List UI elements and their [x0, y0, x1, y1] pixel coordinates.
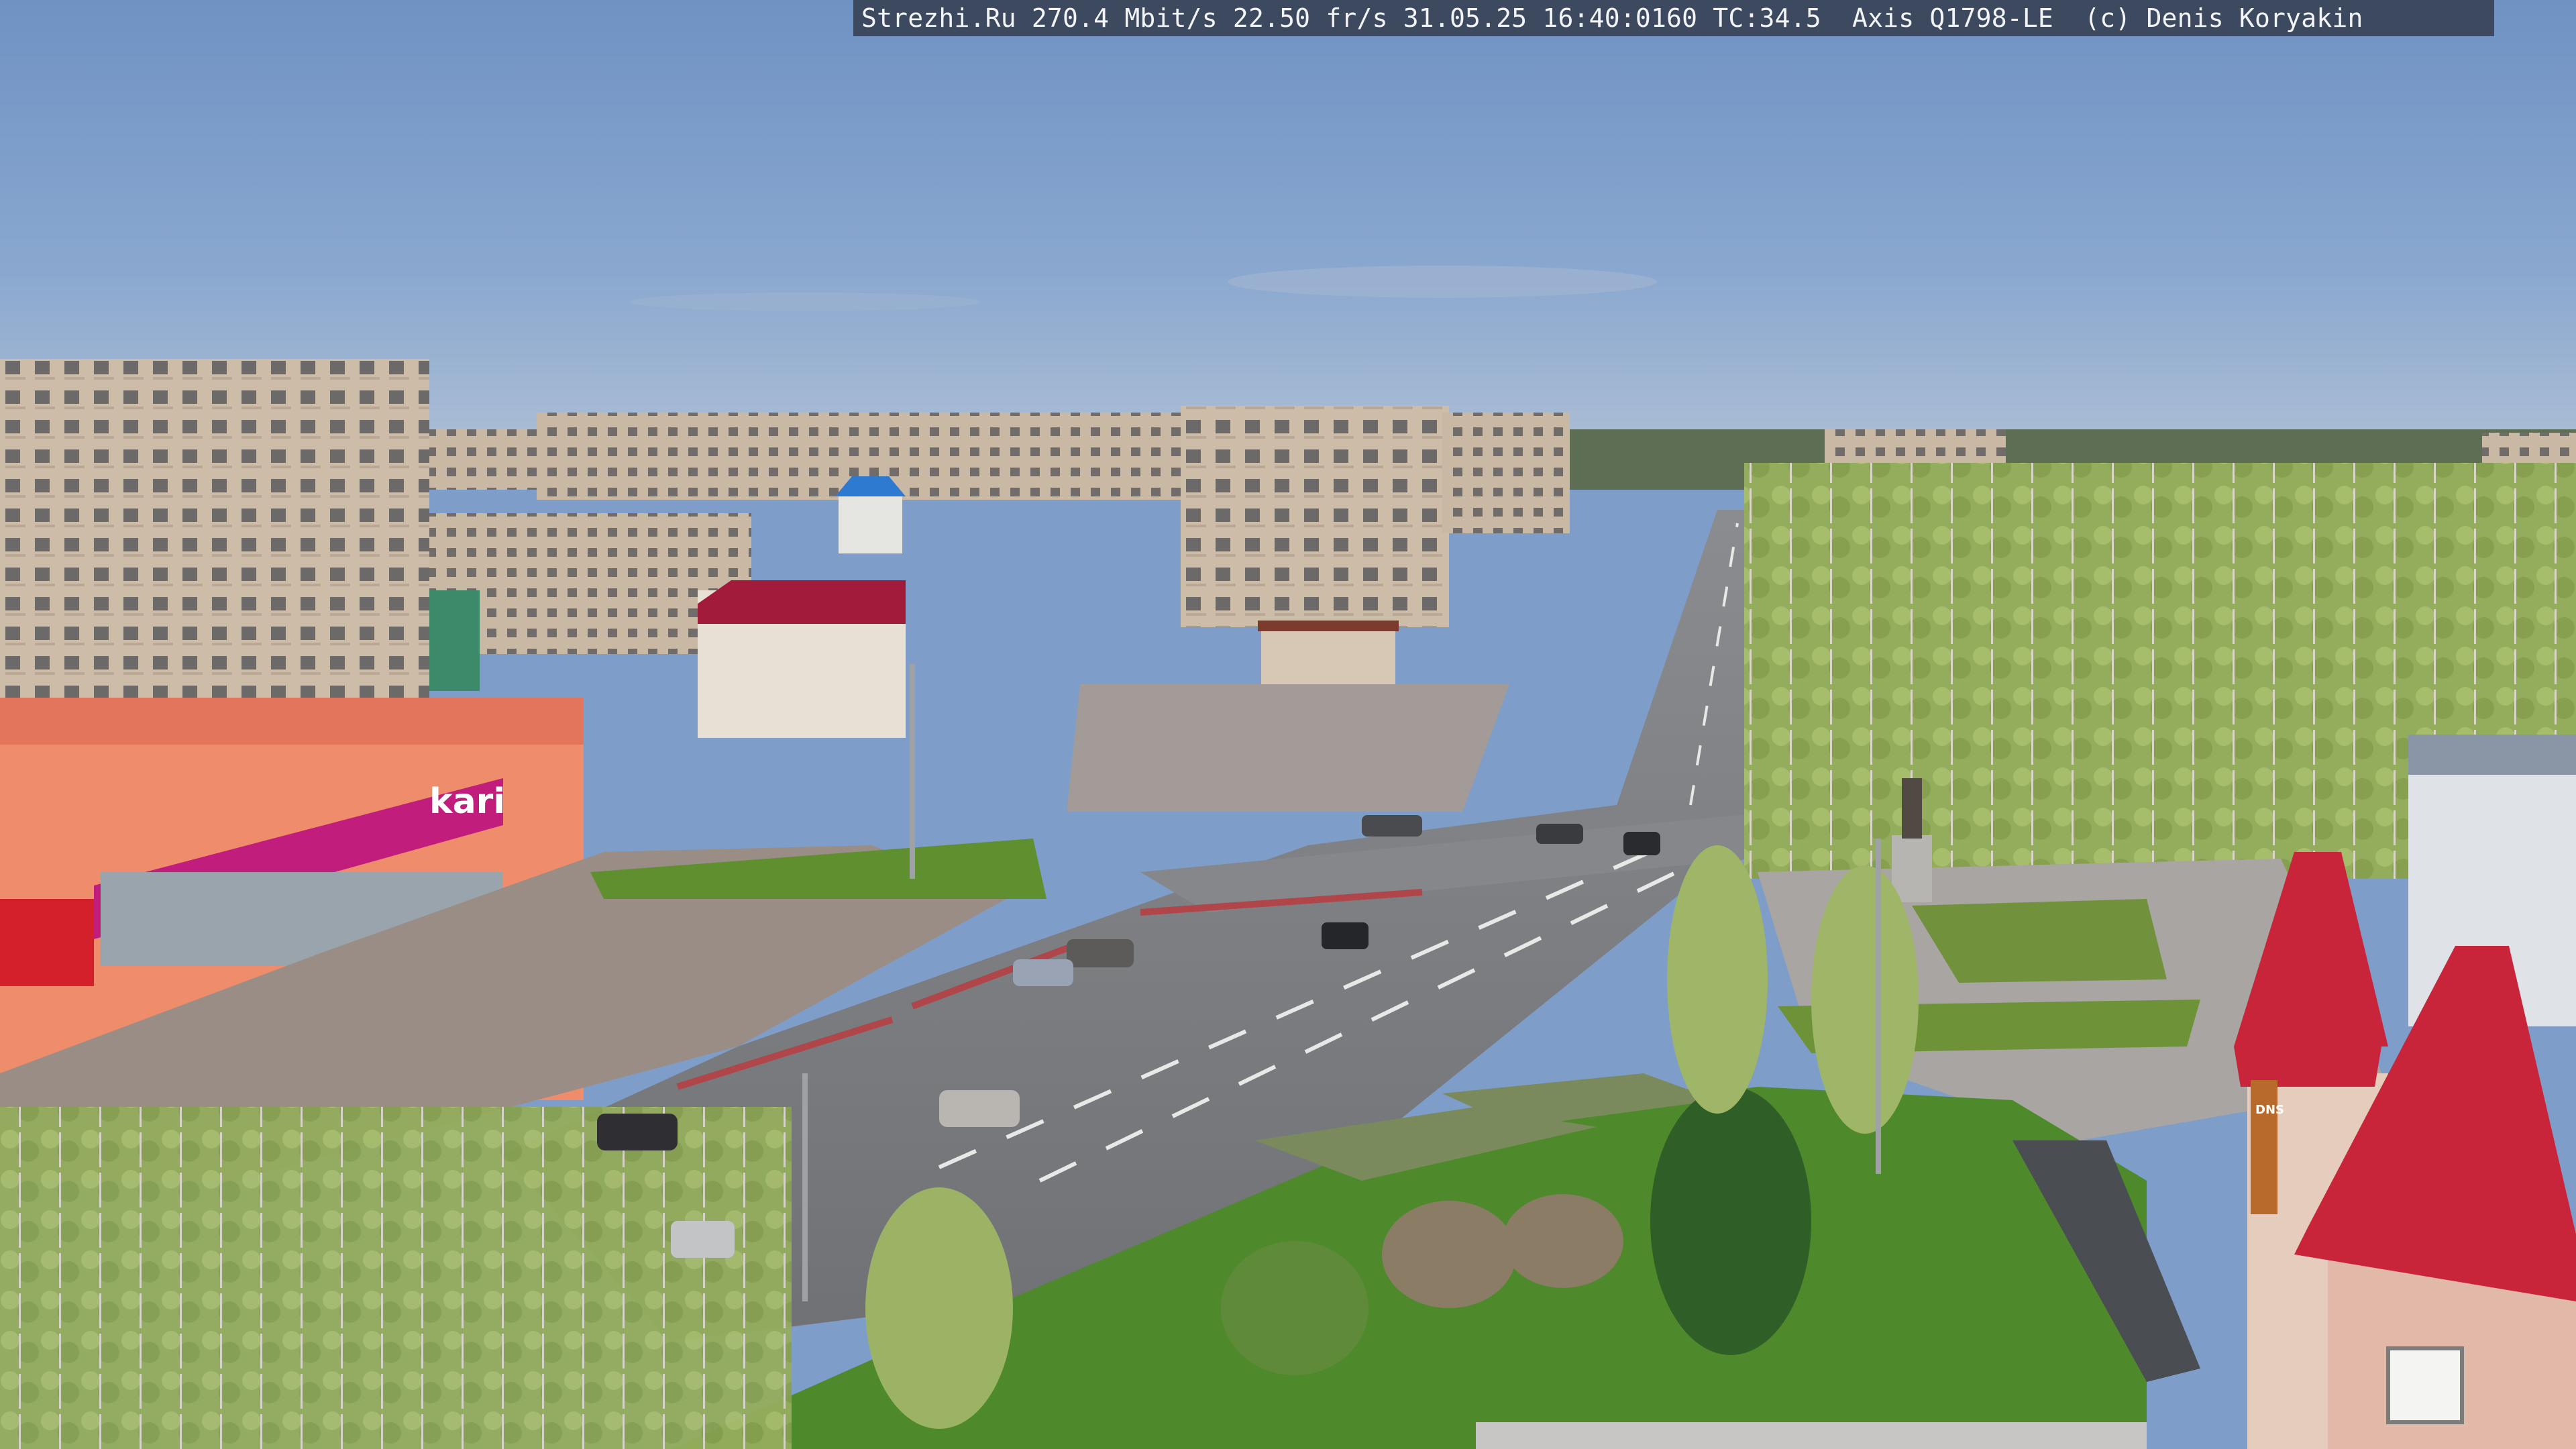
car: [939, 1090, 1020, 1127]
cloud: [631, 292, 979, 311]
street-lamp: [910, 664, 915, 879]
car: [1623, 832, 1660, 855]
spire-window: [2386, 1346, 2464, 1424]
webcam-scene: kari DNS: [0, 0, 2576, 1449]
kari-sign: kari: [429, 782, 505, 822]
tall-building-annex: [1442, 413, 1570, 533]
green-house: [429, 590, 480, 691]
dns-sign: DNS: [2255, 1103, 2284, 1117]
shrub: [865, 1187, 1013, 1429]
tall-building: [1181, 406, 1449, 627]
low-building: [1261, 627, 1395, 688]
dns-building-roof: [2408, 735, 2576, 775]
webcam-info-overlay: Strezhi.Ru 270.4 Mbit/s 22.50 fr/s 31.05…: [853, 0, 2494, 36]
shrub: [1503, 1194, 1623, 1288]
street-lamp: [1876, 839, 1881, 1174]
foreground-birches: [0, 1107, 792, 1449]
car: [1067, 939, 1134, 967]
blue-tower: [839, 493, 902, 553]
car: [671, 1221, 735, 1258]
birch-tree: [1811, 865, 1919, 1134]
car: [1362, 815, 1422, 837]
dns-sign-panel: [2251, 1080, 2277, 1214]
monument-statue: [1902, 778, 1922, 839]
car: [1322, 922, 1368, 949]
red-sign: [0, 899, 94, 986]
birch-tree: [1667, 845, 1768, 1114]
spruce-tree: [1650, 1087, 1811, 1355]
monument-pedestal: [1892, 835, 1932, 902]
car: [597, 1114, 678, 1150]
cloud: [1228, 266, 1657, 298]
red-roof: [698, 580, 906, 624]
car: [1536, 824, 1583, 844]
distant-building: [429, 429, 543, 490]
foreground-path: [1476, 1422, 2147, 1449]
low-building-roof: [1258, 621, 1399, 631]
shrub: [1221, 1241, 1368, 1375]
upper-plaza: [1067, 684, 1509, 812]
street-lamp: [802, 1073, 808, 1301]
shrub: [1382, 1201, 1516, 1308]
storefront-upper: [0, 698, 584, 745]
overlay-text: Strezhi.Ru 270.4 Mbit/s 22.50 fr/s 31.05…: [861, 3, 2363, 33]
car: [1013, 959, 1073, 986]
